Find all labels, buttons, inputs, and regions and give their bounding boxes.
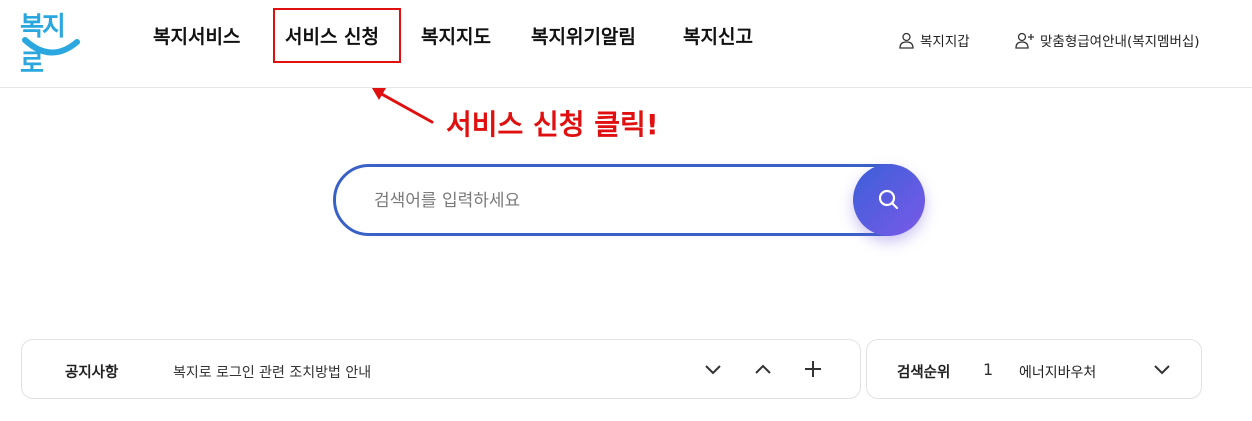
notice-prev-button[interactable] xyxy=(752,358,774,380)
rank-label: 검색순위 xyxy=(897,365,951,381)
annotation-arrow-icon xyxy=(372,88,434,124)
util-custom-benefit[interactable]: 맞춤형급여안내(복지멤버십) xyxy=(1015,30,1200,50)
user-icon xyxy=(899,32,914,49)
annotation-text: 서비스 신청 클릭! xyxy=(446,108,659,141)
search-box xyxy=(333,164,923,236)
user-plus-icon xyxy=(1015,32,1034,49)
nav-welfare-crisis-alert[interactable]: 복지위기알림 xyxy=(531,22,636,52)
site-header: 복지로 복지서비스 서비스 신청 복지지도 복지위기알림 복지신고 복지지갑 맞… xyxy=(0,0,1252,88)
search-button[interactable] xyxy=(853,164,925,236)
chevron-up-icon xyxy=(755,364,771,374)
rank-keyword[interactable]: 에너지바우처 xyxy=(1019,362,1097,382)
search-rank-panel: 검색순위 1 에너지바우처 xyxy=(866,339,1202,399)
notice-panel: 공지사항 복지로 로그인 관련 조치방법 안내 xyxy=(21,339,861,399)
search-icon xyxy=(878,189,899,210)
chevron-down-icon xyxy=(1154,365,1170,375)
nav-welfare-report[interactable]: 복지신고 xyxy=(683,22,753,52)
notice-text[interactable]: 복지로 로그인 관련 조치방법 안내 xyxy=(173,362,371,382)
notice-label: 공지사항 xyxy=(65,365,119,381)
util-custom-benefit-label: 맞춤형급여안내(복지멤버십) xyxy=(1040,34,1200,50)
chevron-down-icon xyxy=(705,365,721,375)
search-input[interactable] xyxy=(372,185,846,217)
rank-expand-button[interactable] xyxy=(1151,358,1173,380)
logo-smile-icon xyxy=(22,37,80,56)
nav-welfare-map[interactable]: 복지지도 xyxy=(421,22,491,52)
site-logo[interactable]: 복지로 xyxy=(18,6,82,79)
util-welfare-wallet[interactable]: 복지지갑 xyxy=(898,30,970,50)
rank-number: 1 xyxy=(983,360,994,379)
plus-icon xyxy=(805,361,821,377)
notice-more-button[interactable] xyxy=(802,358,824,380)
nav-welfare-services[interactable]: 복지서비스 xyxy=(153,22,240,52)
util-welfare-wallet-label: 복지지갑 xyxy=(920,34,970,50)
notice-next-button[interactable] xyxy=(702,358,724,380)
highlight-box xyxy=(273,8,401,63)
